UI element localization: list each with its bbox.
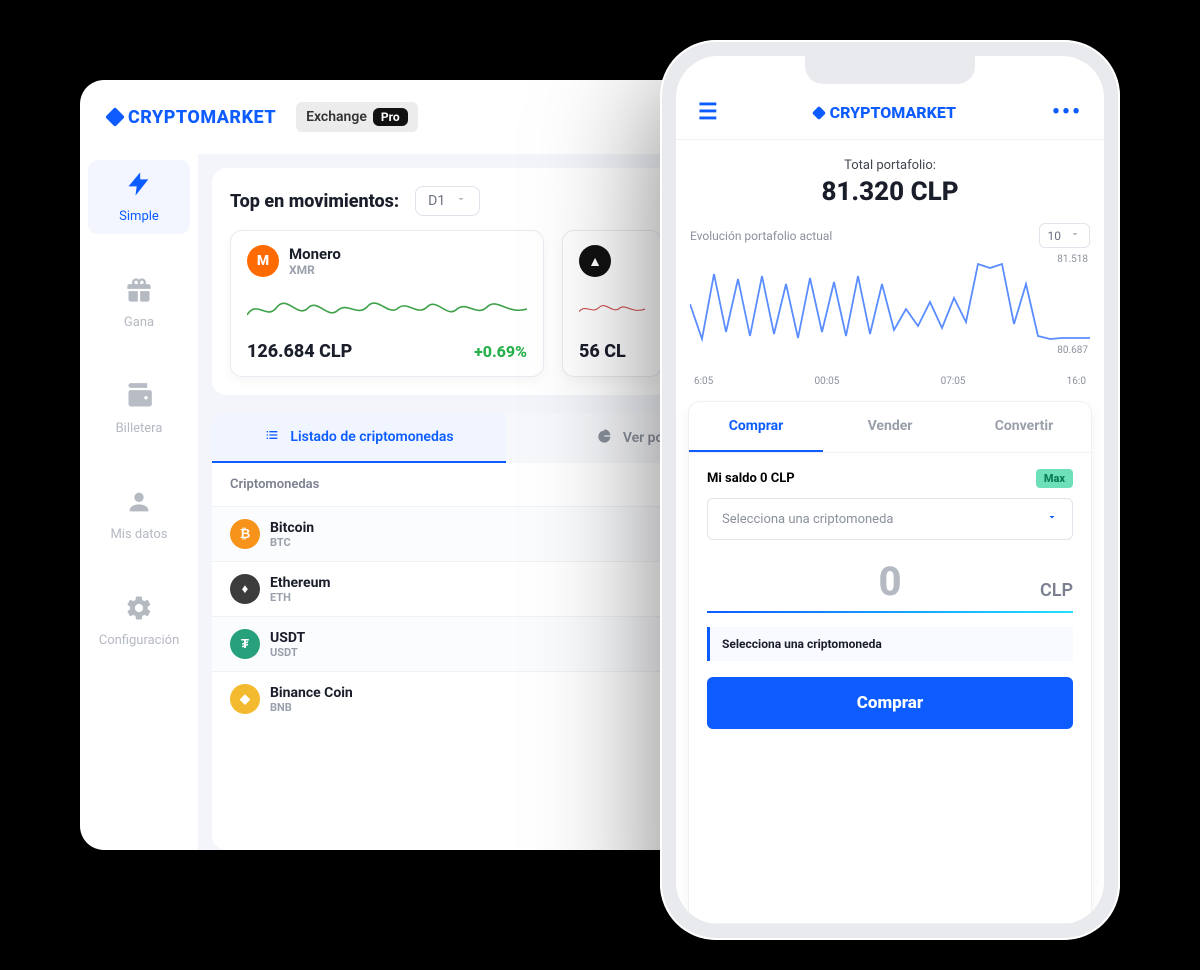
amount-underline xyxy=(707,611,1073,613)
amount-row: 0 CLP xyxy=(689,540,1091,611)
sidebar-item-billetera[interactable]: Billetera xyxy=(80,372,198,446)
trade-tabs: Comprar Vender Convertir xyxy=(689,402,1091,453)
coin-name: Binance Coin xyxy=(270,685,642,701)
sidebar-item-misdatos[interactable]: Mis datos xyxy=(80,478,198,552)
balance-label: Mi saldo 0 CLP xyxy=(707,471,795,486)
coin-symbol: USDT xyxy=(270,646,642,659)
user-icon xyxy=(125,488,153,521)
sidebar-item-simple[interactable]: Simple xyxy=(88,160,190,234)
portfolio-summary: Total portafolio: 81.320 CLP xyxy=(676,140,1104,213)
coin-icon: ₮ xyxy=(230,629,260,659)
coin-name: USDT xyxy=(270,630,642,646)
sidebar-item-configuracion[interactable]: Configuración xyxy=(80,584,198,658)
phone-logo: CRYPTOMARKET xyxy=(814,103,956,122)
tab-listado[interactable]: Listado de criptomonedas xyxy=(212,413,506,463)
chevron-down-icon xyxy=(1069,228,1081,243)
pro-badge: Pro xyxy=(373,108,408,126)
gift-icon xyxy=(125,276,153,309)
buy-button[interactable]: Comprar xyxy=(707,677,1073,729)
phone-notch xyxy=(805,56,975,84)
x-tick: 6:05 xyxy=(694,376,713,387)
logo: CRYPTOMARKET xyxy=(108,107,276,128)
chart-dropdown[interactable]: 10 xyxy=(1039,223,1091,248)
coin-icon: ◆ xyxy=(230,684,260,714)
logo-diamond-icon xyxy=(105,107,125,127)
phone-screen: ☰ CRYPTOMARKET ••• Total portafolio: 81.… xyxy=(676,56,1104,924)
portfolio-label: Total portafolio: xyxy=(690,158,1090,173)
sidebar: Simple Gana Billetera Mis datos xyxy=(80,154,198,850)
tab-convertir[interactable]: Convertir xyxy=(957,402,1091,452)
list-icon xyxy=(264,427,280,447)
sidebar-item-gana[interactable]: Gana xyxy=(80,266,198,340)
x-tick: 07:05 xyxy=(941,376,966,387)
timeframe-value: D1 xyxy=(428,193,445,209)
trade-panel: Comprar Vender Convertir Mi saldo 0 CLP … xyxy=(688,401,1092,924)
more-icon[interactable]: ••• xyxy=(1052,100,1082,125)
coin-symbol: BNB xyxy=(270,701,642,714)
exchange-chip[interactable]: Exchange Pro xyxy=(296,102,418,132)
portfolio-chart: Evolución portafolio actual 10 81.518 80… xyxy=(676,213,1104,387)
tab-comprar[interactable]: Comprar xyxy=(689,402,823,452)
chart-x-axis: 6:05 00:05 07:05 16:0 xyxy=(690,374,1090,387)
coin-name: Bitcoin xyxy=(270,520,642,536)
top-movers-title: Top en movimientos: xyxy=(230,191,399,212)
phone-frame: ☰ CRYPTOMARKET ••• Total portafolio: 81.… xyxy=(660,40,1120,940)
mover-card-partial[interactable]: ▲ 56 CL xyxy=(562,230,662,377)
chevron-down-icon xyxy=(1046,511,1058,527)
tron-icon: ▲ xyxy=(579,245,611,277)
wallet-icon xyxy=(125,382,153,415)
exchange-label: Exchange xyxy=(306,109,367,125)
chart-y-low: 80.687 xyxy=(1057,345,1088,356)
amount-input[interactable]: 0 xyxy=(707,558,1073,605)
sidebar-label: Mis datos xyxy=(110,527,167,542)
header-name: Criptomonedas xyxy=(230,477,642,492)
monero-icon: M xyxy=(247,245,279,277)
mover-change: +0.69% xyxy=(474,342,527,361)
tab-vender[interactable]: Vender xyxy=(823,402,957,452)
chart-y-high: 81.518 xyxy=(1057,254,1088,265)
menu-icon[interactable]: ☰ xyxy=(698,100,718,125)
chevron-down-icon xyxy=(455,193,467,209)
coin-symbol: BTC xyxy=(270,536,642,549)
sidebar-label: Billetera xyxy=(116,421,163,436)
sparkline xyxy=(247,287,527,331)
sparkline xyxy=(579,287,645,331)
coin-symbol: ETH xyxy=(270,591,642,604)
gear-icon xyxy=(125,594,153,627)
bolt-icon xyxy=(125,170,153,203)
sidebar-label: Gana xyxy=(124,315,154,330)
tab-label: Listado de criptomonedas xyxy=(290,429,453,445)
helper-text: Selecciona una criptomoneda xyxy=(707,627,1073,661)
sidebar-label: Simple xyxy=(119,209,159,224)
amount-currency: CLP xyxy=(1040,580,1073,601)
phone-logo-text: CRYPTOMARKET xyxy=(830,103,956,122)
timeframe-dropdown[interactable]: D1 xyxy=(415,186,480,216)
logo-diamond-icon xyxy=(812,105,826,119)
mover-price-partial: 56 CL xyxy=(579,341,626,362)
chart-title: Evolución portafolio actual xyxy=(690,229,832,243)
max-button[interactable]: Max xyxy=(1036,469,1073,488)
mover-card-monero[interactable]: M Monero XMR 126.684 CLP +0.69% xyxy=(230,230,544,377)
chart-drop-value: 10 xyxy=(1048,229,1062,243)
coin-name: Ethereum xyxy=(270,575,642,591)
mover-symbol: XMR xyxy=(289,263,341,277)
portfolio-value: 81.320 CLP xyxy=(690,177,1090,207)
logo-text: CRYPTOMARKET xyxy=(128,107,276,128)
sidebar-label: Configuración xyxy=(99,633,180,648)
crypto-select[interactable]: Selecciona una criptomoneda xyxy=(707,498,1073,540)
pie-icon xyxy=(597,428,613,448)
x-tick: 16:0 xyxy=(1067,376,1086,387)
coin-icon: ♦ xyxy=(230,574,260,604)
portfolio-line-chart xyxy=(690,254,1090,354)
crypto-select-placeholder: Selecciona una criptomoneda xyxy=(722,512,893,527)
mover-name: Monero xyxy=(289,245,341,263)
x-tick: 00:05 xyxy=(814,376,839,387)
mover-price: 126.684 CLP xyxy=(247,341,352,362)
coin-icon: ₿ xyxy=(230,519,260,549)
